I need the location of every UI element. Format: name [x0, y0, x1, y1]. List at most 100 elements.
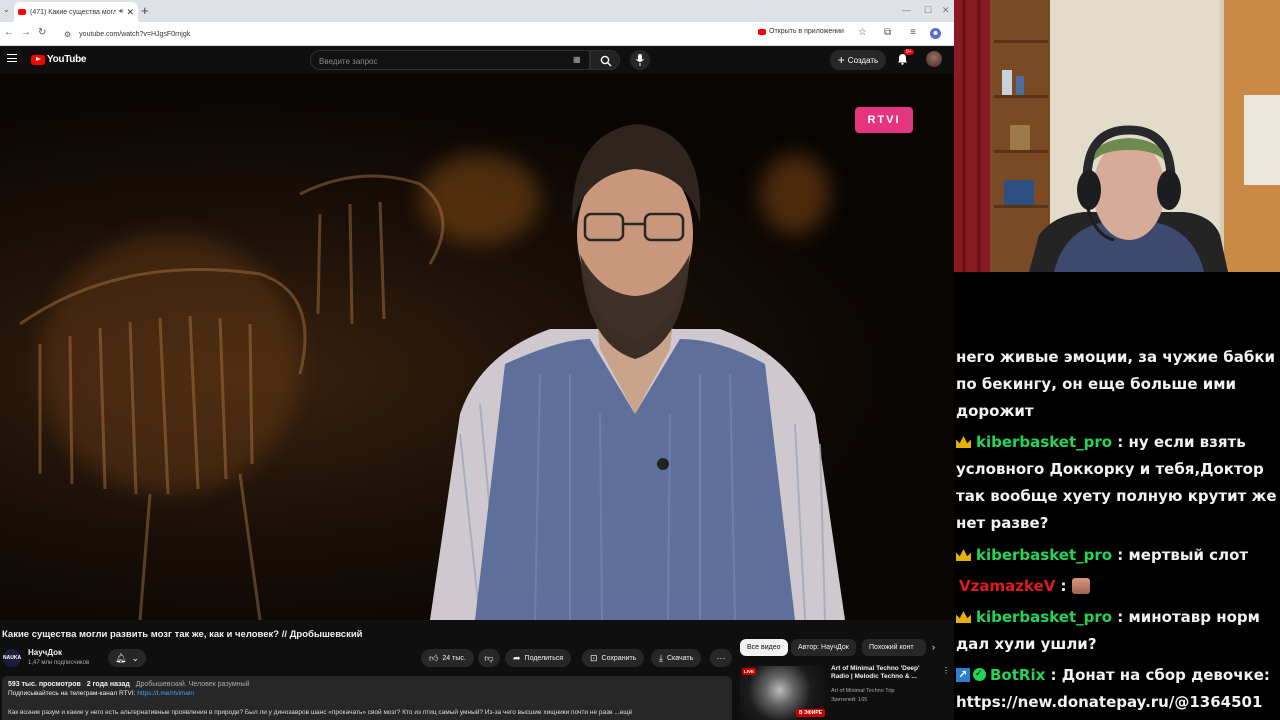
- speaker-person-image: [430, 124, 845, 620]
- search-icon: [600, 55, 612, 67]
- upload-age: 2 года назад: [86, 681, 130, 688]
- recommendation-title[interactable]: Art of Minimal Techno 'Deep' Radio | Mel…: [831, 665, 931, 681]
- close-window-icon[interactable]: ✕: [942, 5, 950, 16]
- playlist-icon[interactable]: ≡: [910, 27, 916, 38]
- youtube-brand: YouTube: [47, 54, 87, 65]
- youtube-favicon-icon: [18, 9, 26, 15]
- telegram-link[interactable]: https://t.me/rtvimain: [137, 690, 194, 697]
- search-input[interactable]: [311, 52, 551, 71]
- youtube-logo[interactable]: YouTube: [31, 54, 87, 65]
- notifications-badge: 9+: [904, 49, 914, 55]
- chat-message: kiberbasket_pro : минотавр норм дал хули…: [956, 608, 1260, 653]
- user-avatar[interactable]: [926, 51, 942, 67]
- search-button[interactable]: [590, 50, 620, 70]
- url-field[interactable]: ⚙︎ youtube.com/watch?v=HJgsF0rnjgk: [58, 25, 748, 43]
- address-bar: ← → ↻ ⚙︎ youtube.com/watch?v=HJgsF0rnjgk…: [0, 22, 954, 46]
- plus-icon: +: [837, 53, 845, 67]
- youtube-play-icon: [31, 54, 45, 65]
- stream-chat: него живые эмоции, за чужие бабки по бек…: [954, 272, 1280, 720]
- description-body: Как возник разум и какие у него есть аль…: [8, 709, 633, 716]
- chip-related[interactable]: Похожий конт: [862, 639, 926, 656]
- video-info-section: Какие существа могли развить мозг так же…: [0, 620, 954, 720]
- save-button[interactable]: ⊡ Сохранить: [582, 649, 645, 667]
- chat-message: kiberbasket_pro : ну если взять условног…: [956, 433, 1277, 532]
- browser-tab[interactable]: (471) Какие существа могли 🔊︎ ✕: [14, 2, 138, 22]
- notifications-button[interactable]: 9+: [897, 49, 914, 70]
- site-info-icon[interactable]: ⚙︎: [64, 30, 71, 39]
- rtvi-overlay-logo: RTVI: [855, 107, 913, 133]
- channel-name[interactable]: НаучДок: [28, 648, 62, 657]
- chevron-right-icon[interactable]: ›: [932, 642, 935, 652]
- reload-icon[interactable]: ↻: [38, 27, 46, 38]
- chat-message: kiberbasket_pro : мертвый слот: [956, 542, 1278, 569]
- new-tab-icon[interactable]: +: [141, 3, 149, 18]
- profile-icon[interactable]: ☻: [930, 28, 941, 39]
- recommendation-channel[interactable]: Art of Minimal Techno Trip: [831, 688, 894, 694]
- tab-close-icon[interactable]: ✕: [126, 7, 134, 18]
- chat-message: него живые эмоции, за чужие бабки по бек…: [956, 344, 1278, 425]
- view-count: 593 тыс. просмотров: [8, 681, 81, 688]
- youtube-app-icon: [758, 28, 766, 35]
- chat-username[interactable]: kiberbasket_pro: [976, 433, 1112, 451]
- bell-outline-icon: 🔔︎: [115, 652, 127, 663]
- browser-window: ⌄ (471) Какие существа могли 🔊︎ ✕ + — ☐ …: [0, 0, 954, 720]
- share-label: Поделиться: [524, 654, 564, 662]
- voice-search-button[interactable]: [630, 50, 650, 70]
- video-player[interactable]: RTVI: [0, 74, 954, 620]
- bookmark-icon: ⊡: [590, 652, 598, 663]
- description-box[interactable]: 593 тыс. просмотров 2 года назад Дробыше…: [2, 676, 732, 720]
- download-icon: ⤓: [659, 652, 663, 663]
- video-title: Какие существа могли развить мозг так же…: [2, 629, 363, 640]
- channel-avatar[interactable]: NAUKA: [3, 649, 21, 667]
- maximize-icon[interactable]: ☐: [924, 5, 932, 16]
- recommendation-viewers: Зрителей: 165: [831, 697, 868, 703]
- tab-search-icon[interactable]: ⌄: [3, 5, 10, 14]
- live-badge: В ЭФИРЕ: [795, 709, 825, 717]
- chat-message-text: мертвый слот: [1128, 546, 1249, 564]
- bookmark-star-icon[interactable]: ☆: [858, 27, 867, 38]
- more-vertical-icon[interactable]: ⋮: [942, 666, 950, 675]
- verified-badge-icon: [973, 661, 986, 688]
- like-button[interactable]: 👍︎ 24 тыс.: [421, 649, 474, 667]
- back-icon[interactable]: ←: [4, 27, 14, 38]
- save-label: Сохранить: [601, 654, 637, 662]
- chat-message: VzamazkeV :: [956, 573, 1278, 600]
- description-tags: Дробышевский. Человек разумный: [135, 681, 250, 688]
- tab-title: (471) Какие существа могли: [30, 8, 117, 16]
- download-label: Скачать: [666, 654, 694, 662]
- forward-icon[interactable]: →: [21, 27, 31, 38]
- chat-username[interactable]: BotRix: [990, 666, 1045, 684]
- extensions-icon[interactable]: ⧉: [884, 27, 891, 38]
- subscription-bell-button[interactable]: 🔔︎ ⌄: [108, 649, 146, 667]
- dislike-button[interactable]: 👎︎: [478, 649, 500, 667]
- speaker-icon[interactable]: 🔊︎: [119, 8, 123, 16]
- recommendation-thumbnail[interactable]: LIVE В ЭФИРЕ: [740, 666, 828, 720]
- open-in-app-label: Открыть в приложении: [769, 28, 844, 35]
- more-actions-button[interactable]: ⋯: [710, 649, 732, 667]
- share-button[interactable]: ➦ Поделиться: [505, 649, 572, 667]
- webcam-feed: [954, 0, 1280, 272]
- crown-badge-icon: [956, 549, 971, 561]
- chat-username[interactable]: VzamazkeV: [959, 577, 1055, 595]
- telegram-line: Подписывайтесь на телеграм-канал RTVI: h…: [8, 690, 726, 697]
- menu-icon[interactable]: [7, 54, 17, 62]
- chat-username[interactable]: kiberbasket_pro: [976, 546, 1112, 564]
- chip-all-videos[interactable]: Все видео: [740, 639, 788, 656]
- microphone-icon: [636, 54, 644, 66]
- youtube-header: YouTube ▦ + Создать: [0, 46, 954, 74]
- telegram-text: Подписывайтесь на телеграм-канал RTVI:: [8, 690, 136, 697]
- chat-username[interactable]: kiberbasket_pro: [976, 608, 1112, 626]
- bot-badge-icon: [956, 661, 970, 688]
- keyboard-icon[interactable]: ▦: [573, 55, 581, 64]
- more-horizontal-icon: ⋯: [716, 652, 726, 663]
- search-box: ▦: [310, 50, 590, 71]
- tab-bar: ⌄ (471) Какие существа могли 🔊︎ ✕ + — ☐ …: [0, 0, 954, 22]
- url-text: youtube.com/watch?v=HJgsF0rnjgk: [79, 30, 191, 38]
- minimize-icon[interactable]: —: [902, 5, 911, 15]
- create-button[interactable]: + Создать: [830, 50, 886, 70]
- download-button[interactable]: ⤓ Скачать: [651, 649, 702, 667]
- share-icon: ➦: [513, 652, 521, 663]
- face-emote-icon: [1071, 578, 1090, 594]
- chip-author[interactable]: Автор: НаучДок: [791, 639, 856, 656]
- open-in-app-button[interactable]: Открыть в приложении: [758, 28, 844, 35]
